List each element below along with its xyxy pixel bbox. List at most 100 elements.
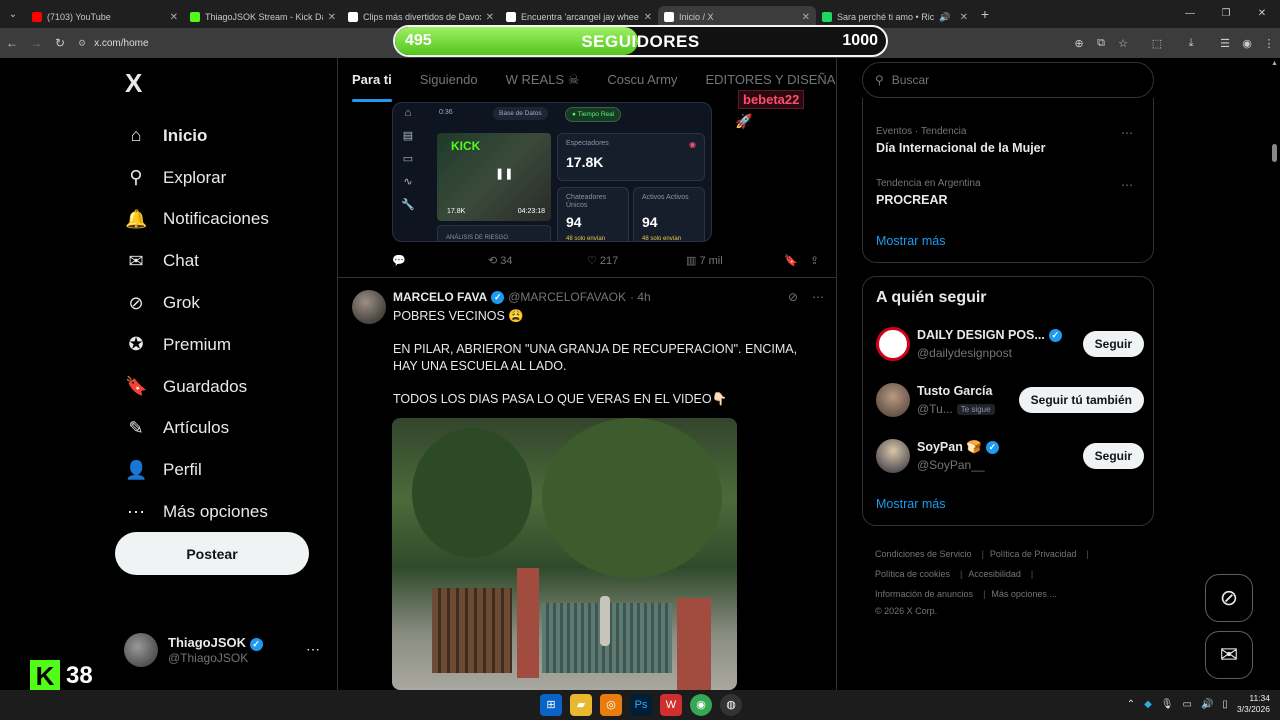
tab-close-icon[interactable]: ✕ [644,12,652,23]
nav-item-inicio[interactable]: ⌂ Inicio [115,115,335,157]
follow-button[interactable]: Seguir [1082,331,1144,357]
tab-close-icon[interactable]: ✕ [328,12,336,23]
more-icon[interactable]: ⋯ [1121,178,1133,192]
follow-suggestion[interactable]: Tusto García @Tu... Te sigue Seguir tú ta… [876,383,1144,419]
trend-item[interactable]: Eventos · Tendencia Día Internacional de… [876,126,1141,155]
author-handle[interactable]: @MARCELOFAVAOK [508,290,626,304]
footer-link[interactable]: Política de Privacidad [990,549,1077,559]
search-input[interactable]: ⚲ Buscar [862,62,1154,98]
nav-item-perfil[interactable]: 👤 Perfil [115,449,335,491]
tab-close-icon[interactable]: ✕ [802,12,810,23]
more-icon[interactable]: ⋯ [1121,126,1133,140]
windows-start-icon[interactable]: ⊞ [540,694,562,716]
browser-tab[interactable]: ThiagoJSOK Stream - Kick Dash ✕ [184,6,342,28]
audio-icon[interactable]: 🔊 [939,12,950,23]
footer-link[interactable]: Condiciones de Servicio [875,549,972,559]
tweet-time[interactable]: · 4h [630,290,651,304]
reply-icon[interactable]: 💬 [392,254,406,267]
zoom-icon[interactable]: ⊕ [1068,37,1090,50]
messages-fab-icon[interactable]: ✉ [1205,631,1253,679]
nav-item-artículos[interactable]: ✎ Artículos [115,408,335,450]
embedded-dashboard-image[interactable]: ⌂ ▤ ▭ ∿ 🔧 0:36 Base de Datos ● Tiempo Re… [392,102,712,242]
retweet-button[interactable]: ⟲ 34 [488,254,513,267]
grok-fab-icon[interactable]: ⊘ [1205,574,1253,622]
avatar[interactable] [876,383,910,417]
show-more-link[interactable]: Mostrar más [876,497,945,511]
nav-item-chat[interactable]: ✉ Chat [115,240,335,282]
nav-item-grok[interactable]: ⊘ Grok [115,282,335,324]
star-icon[interactable]: ☆ [1112,37,1134,50]
reload-icon[interactable]: ↻ [48,36,72,50]
avatar[interactable] [352,290,386,324]
x-logo-icon[interactable]: X [125,68,335,99]
file-explorer-icon[interactable]: ▰ [570,694,592,716]
author-name[interactable]: MARCELO FAVA [393,290,487,304]
trend-item[interactable]: Tendencia en Argentina PROCREAR ⋯ [876,178,1141,207]
nav-item-más-opciones[interactable]: ⋯ Más opciones [115,491,335,533]
feed-tab[interactable]: Para ti [352,58,392,102]
cast-icon[interactable]: ⧉ [1090,37,1112,50]
nav-item-notificaciones[interactable]: 🔔 Notificaciones [115,199,335,241]
post-button[interactable]: Postear [115,532,309,575]
tab-close-icon[interactable]: ✕ [960,12,968,23]
scrollbar[interactable]: ▲ [1270,60,1278,690]
tab-search-icon[interactable]: ⌄ [0,9,26,20]
photoshop-icon[interactable]: Ps [630,694,652,716]
tweet-video[interactable] [392,418,737,690]
clock[interactable]: 11:34 3/3/2026 [1237,693,1270,715]
follow-suggestion[interactable]: DAILY DESIGN POS... ✓ @dailydesignpost Se… [876,327,1144,363]
scrollbar-thumb[interactable] [1272,144,1277,162]
feed-tab[interactable]: Siguiendo [420,58,478,102]
back-icon[interactable]: ← [0,36,24,50]
blender-icon[interactable]: ◎ [600,694,622,716]
new-tab-button[interactable]: + [974,6,996,22]
network-icon[interactable]: ▭ [1182,699,1191,710]
share-icon[interactable]: ⇪ [810,254,819,267]
nav-item-premium[interactable]: ✪ Premium [115,324,335,366]
more-icon[interactable]: ⋯ [812,290,824,304]
account-switcher[interactable]: ThiagoJSOK ✓ @ThiagoJSOK ⋯ [124,633,324,667]
menu-icon[interactable]: ⋮ [1258,37,1280,50]
trends-panel: Eventos · Tendencia Día Internacional de… [862,98,1154,263]
bookmark-icon[interactable]: 🔖 [784,254,798,267]
tray-app-icon[interactable]: ◆ [1144,699,1152,710]
more-icon[interactable]: ⋯ [306,641,320,658]
avatar[interactable] [876,439,910,473]
feed-tab[interactable]: Coscu Army [607,58,677,102]
close-window-icon[interactable]: ✕ [1244,0,1280,28]
obs-icon[interactable]: ◍ [720,694,742,716]
extensions-icon[interactable]: ⬚ [1146,37,1168,50]
footer-link[interactable]: Política de cookies [875,569,950,579]
grok-icon[interactable]: ⊘ [788,290,798,304]
volume-icon[interactable]: 🔊 [1201,699,1213,710]
footer-link[interactable]: Información de anuncios [875,589,973,599]
show-more-link[interactable]: Mostrar más [876,234,945,248]
follow-back-button[interactable]: Seguir tú también [1018,387,1144,413]
feed-tab[interactable]: W REALS ☠ [506,58,580,102]
tray-expand-icon[interactable]: ⌃ [1127,699,1135,710]
wps-icon[interactable]: W [660,694,682,716]
like-button[interactable]: ♡ 217 [587,254,618,267]
nav-item-explorar[interactable]: ⚲ Explorar [115,157,335,199]
nav-item-guardados[interactable]: 🔖 Guardados [115,366,335,408]
tab-close-icon[interactable]: ✕ [486,12,494,23]
minimize-icon[interactable]: — [1172,0,1208,28]
follow-suggestion[interactable]: SoyPan 🍞 ✓ @SoyPan__ Seguir [876,439,1144,475]
tab-close-icon[interactable]: ✕ [170,12,178,23]
browser-tab[interactable]: (7103) YouTube ✕ [26,6,184,28]
scroll-up-icon[interactable]: ▲ [1271,60,1278,67]
footer-link[interactable]: Accesibilidad [968,569,1021,579]
forward-icon[interactable]: → [24,36,48,50]
chrome-icon[interactable]: ◉ [690,694,712,716]
reading-list-icon[interactable]: ☰ [1214,37,1236,50]
avatar[interactable] [876,327,910,361]
footer-link[interactable]: Más opciones ... [991,589,1057,599]
battery-icon[interactable]: ▯ [1222,699,1228,710]
microphone-icon[interactable]: 🎙 [1161,699,1174,710]
follow-button[interactable]: Seguir [1082,443,1144,469]
profile-avatar-icon[interactable]: ◉ [1236,37,1258,50]
maximize-icon[interactable]: ❐ [1208,0,1244,28]
download-icon[interactable]: ⤓ [1180,37,1202,50]
views-button[interactable]: ▥ 7 mil [686,254,723,267]
site-info-icon[interactable]: ⚙ [78,38,86,49]
